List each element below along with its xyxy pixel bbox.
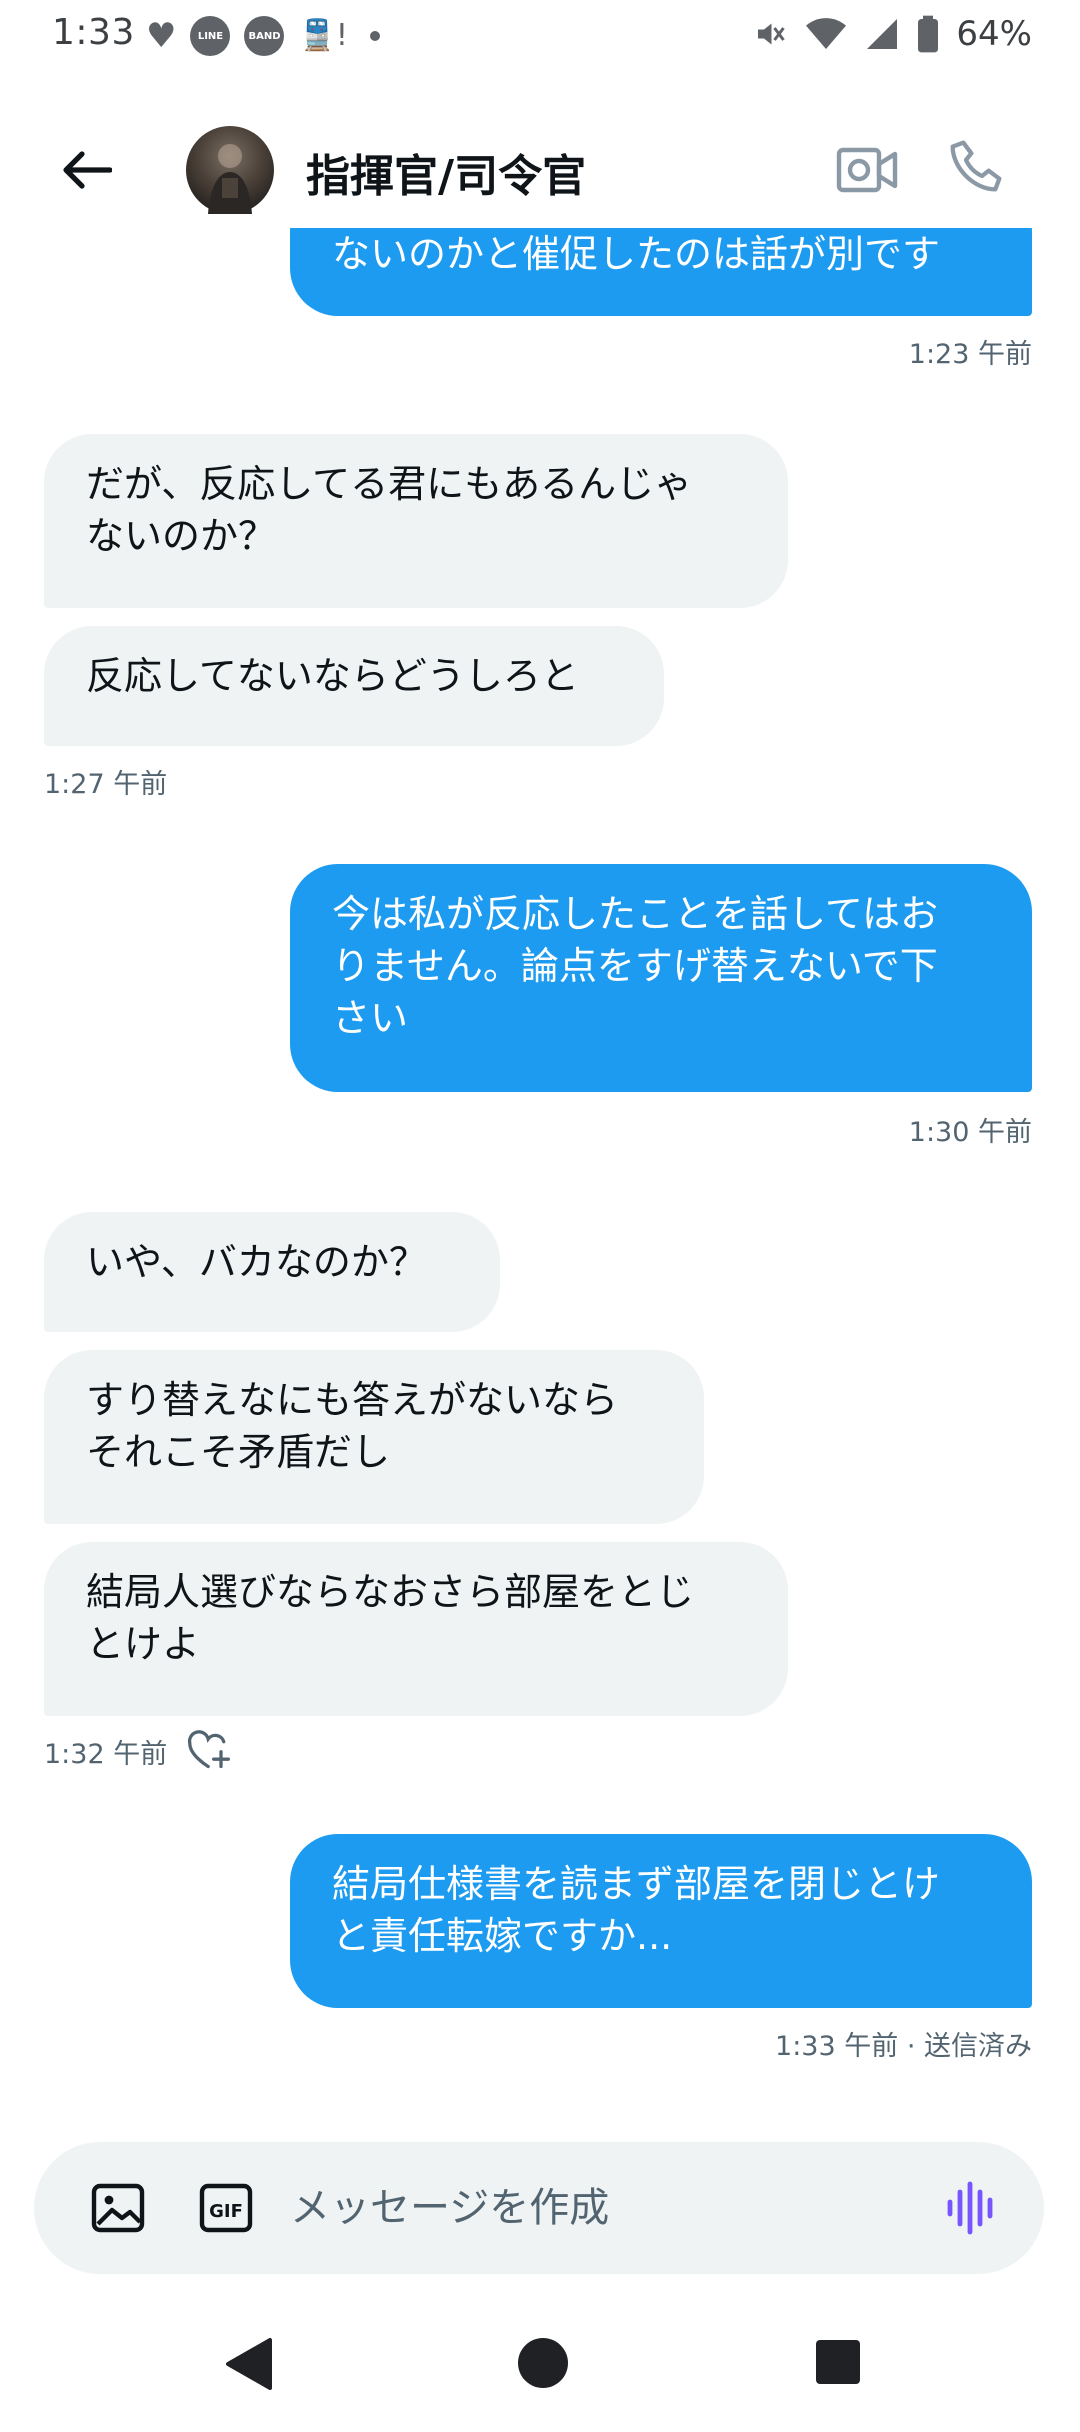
add-gif-button[interactable]: GIF xyxy=(198,2182,254,2234)
nav-back-button[interactable] xyxy=(222,2336,274,2392)
message-text: 結局人選びならなおさら部屋をとじ xyxy=(86,1570,695,1614)
back-arrow-icon xyxy=(63,151,112,189)
message-timestamp: 1:33 午前 · 送信済み xyxy=(775,2031,1032,2062)
message-text: ないのかと催促したのは話が別です xyxy=(332,232,941,276)
message-bubble-outgoing[interactable]: 今は私が反応したことを話してはお りません。論点をすげ替えないで下 さい xyxy=(290,864,1032,1092)
message-text: さい xyxy=(332,996,409,1040)
message-bubble-incoming[interactable]: だが、反応してる君にもあるんじゃ ないのか？ xyxy=(44,434,788,608)
message-timestamp: 1:32 午前 xyxy=(44,1739,168,1770)
message-bubble-incoming[interactable]: 反応してないならどうしろと xyxy=(44,626,664,746)
message-bubble-incoming[interactable]: 結局人選びならなおさら部屋をとじ とけよ xyxy=(44,1542,788,1716)
conversation-header: 指揮官/司令官 xyxy=(0,112,1080,228)
system-icons: 64% xyxy=(752,14,1032,54)
battery-icon xyxy=(918,15,939,53)
svg-text:GIF: GIF xyxy=(209,2201,243,2222)
voice-icon xyxy=(947,2181,993,2235)
nav-recents-button[interactable] xyxy=(816,2340,860,2384)
message-text: とけよ xyxy=(86,1622,201,1666)
nav-home-button[interactable] xyxy=(518,2338,568,2388)
video-call-button[interactable] xyxy=(836,142,900,198)
message-input[interactable] xyxy=(290,2178,930,2238)
message-timestamp: 1:27 午前 xyxy=(44,769,168,800)
message-bubble-incoming[interactable]: すり替えなにも答えがないなら それこそ矛盾だし xyxy=(44,1350,704,1524)
message-text: だが、反応してる君にもあるんじゃ xyxy=(86,462,693,506)
video-call-icon xyxy=(836,147,898,193)
add-media-button[interactable] xyxy=(90,2182,146,2234)
conversation-title[interactable]: 指揮官/司令官 xyxy=(306,140,586,204)
nav-back-icon xyxy=(226,2338,272,2390)
message-text: 今は私が反応したことを話してはお xyxy=(332,892,939,936)
phone-icon xyxy=(950,140,1002,192)
message-text: と責任転嫁ですか... xyxy=(332,1914,673,1958)
avatar-figure-icon xyxy=(208,144,252,214)
notification-icons: ♥ LINE BAND 🚆! xyxy=(146,16,380,56)
voice-call-button[interactable] xyxy=(946,136,1010,200)
message-composer: GIF xyxy=(34,2142,1044,2274)
back-button[interactable] xyxy=(56,140,116,200)
wifi-icon xyxy=(806,18,847,49)
dm-conversation-screen: 1:33 ♥ LINE BAND 🚆! 64% 指揮官/司令官 ないのかと催促し… xyxy=(0,0,1080,2432)
message-list: ないのかと催促したのは話が別です 1:23 午前 だが、反応してる君にもあるんじ… xyxy=(0,228,1080,2128)
message-text: すり替えなにも答えがないなら xyxy=(86,1378,619,1422)
message-text: ないのか？ xyxy=(86,514,277,558)
status-time: 1:33 xyxy=(52,12,135,53)
message-text: いや、バカなのか？ xyxy=(86,1240,427,1284)
band-notification-icon: BAND xyxy=(244,16,285,56)
voice-message-button[interactable] xyxy=(942,2180,1002,2236)
add-reaction-button[interactable] xyxy=(186,1728,234,1772)
more-notifications-dot-icon xyxy=(369,31,380,41)
system-navigation-bar xyxy=(0,2300,1080,2432)
message-bubble-incoming[interactable]: いや、バカなのか？ xyxy=(44,1212,500,1332)
mute-icon xyxy=(758,23,786,45)
message-timestamp: 1:23 午前 xyxy=(908,339,1032,370)
message-timestamp: 1:30 午前 xyxy=(908,1117,1032,1148)
message-text: りません。論点をすげ替えないで下 xyxy=(332,944,938,988)
message-text: それこそ矛盾だし xyxy=(86,1430,391,1474)
status-bar: 1:33 ♥ LINE BAND 🚆! 64% xyxy=(0,0,1080,72)
avatar[interactable] xyxy=(186,126,274,214)
message-bubble-outgoing[interactable]: 結局仕様書を読まず部屋を閉じとけ と責任転嫁ですか... xyxy=(290,1834,1032,2008)
add-reaction-icon xyxy=(187,1730,230,1769)
message-text: 反応してないならどうしろと xyxy=(86,654,579,698)
gif-icon: GIF xyxy=(199,2183,253,2233)
train-notification-icon: 🚆! xyxy=(298,18,348,53)
signal-icon xyxy=(867,19,898,49)
heart-notification-icon: ♥ xyxy=(146,16,177,56)
line-notification-icon: LINE xyxy=(190,16,231,56)
battery-percent: 64% xyxy=(956,14,1032,54)
image-icon xyxy=(91,2183,145,2233)
message-bubble-outgoing[interactable]: ないのかと催促したのは話が別です xyxy=(290,228,1032,316)
message-text: 結局仕様書を読まず部屋を閉じとけ xyxy=(332,1862,941,1906)
